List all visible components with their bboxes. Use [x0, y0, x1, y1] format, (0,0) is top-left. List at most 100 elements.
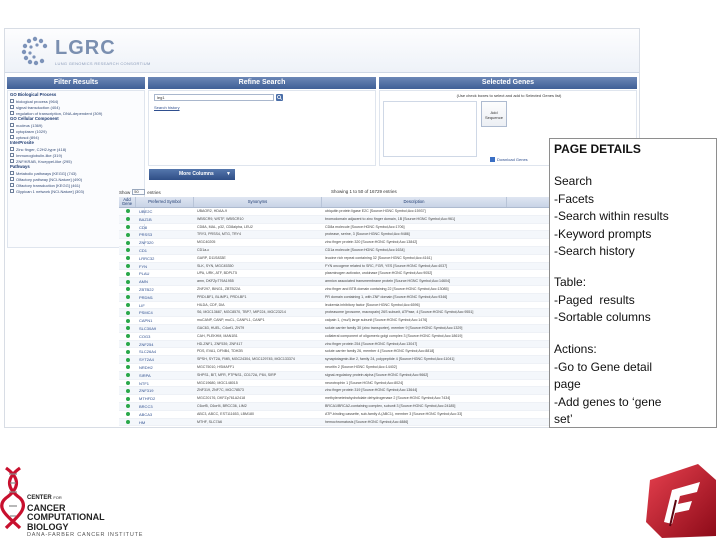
- add-gene-cell[interactable]: [119, 224, 136, 231]
- gene-symbol-link[interactable]: PRDM1: [136, 294, 194, 301]
- add-gene-icon[interactable]: [125, 224, 130, 229]
- add-gene-icon[interactable]: [125, 310, 130, 315]
- add-gene-icon[interactable]: [125, 341, 130, 346]
- add-gene-cell[interactable]: [119, 387, 136, 394]
- filter-checkbox[interactable]: [10, 147, 14, 151]
- add-gene-icon[interactable]: [125, 412, 130, 417]
- gene-symbol-link[interactable]: PRSS3: [136, 231, 194, 238]
- gene-symbol-link[interactable]: ZNF254: [136, 341, 194, 348]
- more-columns-button[interactable]: More Columns ▼: [149, 169, 235, 180]
- gene-symbol-link[interactable]: ZBTB22: [136, 286, 194, 293]
- add-gene-cell[interactable]: [119, 208, 136, 215]
- add-sequence-button[interactable]: Add Sequence: [481, 101, 507, 127]
- filter-checkbox[interactable]: [10, 177, 14, 181]
- add-gene-cell[interactable]: [119, 356, 136, 363]
- gene-symbol-link[interactable]: LIF: [136, 302, 194, 309]
- add-gene-icon[interactable]: [125, 256, 130, 261]
- add-gene-cell[interactable]: [119, 348, 136, 355]
- col-header-description[interactable]: Description: [322, 197, 507, 207]
- add-gene-icon[interactable]: [125, 419, 130, 424]
- add-gene-cell[interactable]: [119, 395, 136, 402]
- col-header-preferred-symbol[interactable]: Preferred Symbol: [136, 197, 194, 207]
- search-go-icon[interactable]: [276, 94, 283, 101]
- add-gene-cell[interactable]: [119, 426, 136, 427]
- gene-symbol-link[interactable]: PSMC4: [136, 309, 194, 316]
- gene-symbol-link[interactable]: MTHFD2: [136, 395, 194, 402]
- search-history-link[interactable]: Search history: [154, 105, 180, 110]
- gene-symbol-link[interactable]: SLC26A4: [136, 348, 194, 355]
- gene-symbol-link[interactable]: CAPN1: [136, 317, 194, 324]
- add-gene-icon[interactable]: [125, 396, 130, 401]
- filter-checkbox[interactable]: [10, 129, 14, 133]
- gene-symbol-link[interactable]: CD8: [136, 224, 194, 231]
- gene-symbol-link[interactable]: CD1: [136, 247, 194, 254]
- add-gene-icon[interactable]: [125, 404, 130, 409]
- add-gene-icon[interactable]: [125, 263, 130, 268]
- add-gene-icon[interactable]: [125, 209, 130, 214]
- add-gene-cell[interactable]: [119, 263, 136, 270]
- gene-symbol-link[interactable]: AMN: [136, 278, 194, 285]
- add-gene-icon[interactable]: [125, 357, 130, 362]
- add-gene-icon[interactable]: [125, 318, 130, 323]
- gene-symbol-link[interactable]: BRCC3: [136, 403, 194, 410]
- add-gene-icon[interactable]: [125, 217, 130, 222]
- add-gene-cell[interactable]: [119, 333, 136, 340]
- download-genes-link[interactable]: Download Genes: [490, 157, 528, 162]
- gene-symbol-link[interactable]: NDMM: [136, 426, 194, 427]
- add-gene-cell[interactable]: [119, 286, 136, 293]
- filter-checkbox[interactable]: [10, 105, 14, 109]
- add-gene-cell[interactable]: [119, 247, 136, 254]
- add-gene-icon[interactable]: [125, 302, 130, 307]
- gene-symbol-link[interactable]: BAZ1B: [136, 216, 194, 223]
- filter-checkbox[interactable]: [10, 99, 14, 103]
- selected-genes-list[interactable]: [383, 101, 477, 157]
- add-gene-icon[interactable]: [125, 373, 130, 378]
- add-gene-cell[interactable]: [119, 411, 136, 418]
- lgrc-logo[interactable]: LGRC LUNG GENOMICS RESEARCH CONSORTIUM: [19, 35, 150, 69]
- add-gene-icon[interactable]: [125, 326, 130, 331]
- add-gene-icon[interactable]: [125, 349, 130, 354]
- add-gene-cell[interactable]: [119, 372, 136, 379]
- add-gene-cell[interactable]: [119, 278, 136, 285]
- filter-checkbox[interactable]: [10, 171, 14, 175]
- gene-symbol-link[interactable]: SIRPA: [136, 372, 194, 379]
- add-gene-icon[interactable]: [125, 388, 130, 393]
- add-gene-cell[interactable]: [119, 294, 136, 301]
- gene-symbol-link[interactable]: ABCA3: [136, 411, 194, 418]
- col-header-synonyms[interactable]: Synonyms: [194, 197, 322, 207]
- add-gene-icon[interactable]: [125, 271, 130, 276]
- add-gene-cell[interactable]: [119, 231, 136, 238]
- filter-checkbox[interactable]: [10, 183, 14, 187]
- gene-symbol-link[interactable]: HM: [136, 419, 194, 426]
- filter-checkbox[interactable]: [10, 111, 14, 115]
- gene-symbol-link[interactable]: NRDH2: [136, 364, 194, 371]
- add-gene-cell[interactable]: [119, 302, 136, 309]
- add-gene-icon[interactable]: [125, 279, 130, 284]
- gene-symbol-link[interactable]: LRRC32: [136, 255, 194, 262]
- add-gene-cell[interactable]: [119, 270, 136, 277]
- gene-symbol-link[interactable]: COG3: [136, 333, 194, 340]
- add-gene-cell[interactable]: [119, 309, 136, 316]
- filter-checkbox[interactable]: [10, 153, 14, 157]
- add-gene-icon[interactable]: [125, 380, 130, 385]
- show-entries-select[interactable]: 50: [132, 189, 146, 195]
- filter-checkbox[interactable]: [10, 123, 14, 127]
- add-gene-cell[interactable]: [119, 325, 136, 332]
- add-gene-cell[interactable]: [119, 216, 136, 223]
- add-gene-cell[interactable]: [119, 380, 136, 387]
- gene-symbol-link[interactable]: FYN: [136, 263, 194, 270]
- add-gene-icon[interactable]: [125, 248, 130, 253]
- add-gene-icon[interactable]: [125, 287, 130, 292]
- add-gene-cell[interactable]: [119, 364, 136, 371]
- add-gene-cell[interactable]: [119, 317, 136, 324]
- gene-symbol-link[interactable]: UBE2C: [136, 208, 194, 215]
- add-gene-icon[interactable]: [125, 295, 130, 300]
- filter-checkbox[interactable]: [10, 189, 14, 193]
- add-gene-icon[interactable]: [125, 240, 130, 245]
- add-gene-cell[interactable]: [119, 403, 136, 410]
- add-gene-cell[interactable]: [119, 341, 136, 348]
- refine-search-input[interactable]: leg1: [154, 94, 274, 101]
- gene-symbol-link[interactable]: ZNF319: [136, 387, 194, 394]
- gene-symbol-link[interactable]: NTF1: [136, 380, 194, 387]
- add-gene-cell[interactable]: [119, 255, 136, 262]
